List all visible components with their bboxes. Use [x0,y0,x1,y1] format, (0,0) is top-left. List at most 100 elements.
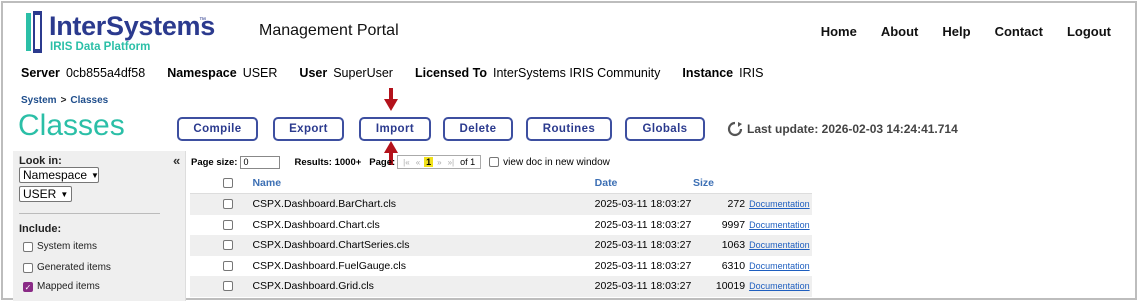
delete-button[interactable]: Delete [443,117,513,141]
row-date: 2025-03-11 18:03:27 [594,218,692,231]
documentation-link[interactable]: Documentation [749,261,810,271]
row-checkbox[interactable] [222,260,233,271]
system-items-checkbox[interactable]: System items [23,241,97,252]
last-update: Last update: 2026-02-03 14:24:41.714 [727,121,958,137]
select-all-checkbox[interactable] [222,177,233,188]
portal-frame: InterSystems ™ IRIS Data Platform Manage… [1,1,1137,301]
page-title: Classes [18,109,125,142]
row-size: 1063 [721,239,746,252]
row-name: CSPX.Dashboard.Chart.cls [252,218,380,231]
page-label: Page: [369,156,396,168]
look-in-select[interactable]: Namespace ▼ [19,167,99,183]
nav-logout-link[interactable]: Logout [1067,24,1111,39]
checkbox-box[interactable] [23,241,33,252]
generated-items-checkbox[interactable]: Generated items [23,262,111,273]
last-page-button[interactable]: »| [448,158,455,167]
collapse-sidebar-icon[interactable]: « [173,153,180,168]
top-nav: Home About Help Contact Logout [797,24,1111,39]
row-name: CSPX.Dashboard.ChartSeries.cls [252,239,410,252]
globals-button[interactable]: Globals [625,117,705,141]
page-of-count: of 1 [460,157,476,167]
prev-page-button[interactable]: « [416,158,420,167]
logo-mark-icon [26,11,42,53]
documentation-link[interactable]: Documentation [749,281,810,291]
action-toolbar: Compile Export Import Delete Routines Gl… [177,117,705,141]
licensed-label: Licensed To [414,66,487,80]
intersystems-logo[interactable]: InterSystems ™ IRIS Data Platform [25,11,215,57]
results-count: Results: 1000+ [294,156,362,168]
pager-bar: Page size: Results: 1000+ Page: |« « 1 »… [191,155,610,169]
row-date: 2025-03-11 18:03:27 [594,280,692,293]
portal-title: Management Portal [259,22,399,39]
table-row[interactable]: CSPX.Dashboard.Grid.cls 2025-03-11 18:03… [190,276,812,297]
licensed-value: InterSystems IRIS Community [492,66,661,80]
documentation-link[interactable]: Documentation [749,240,810,250]
row-size: 272 [727,198,746,211]
logo-text: InterSystems [49,11,215,41]
instance-label: Instance [682,66,734,80]
server-value: 0cb855a4df58 [65,66,146,80]
current-page[interactable]: 1 [424,157,434,167]
last-update-text: Last update: 2026-02-03 14:24:41.714 [747,122,958,136]
namespace-select[interactable]: USER ▼ [19,186,72,202]
checkbox-box[interactable] [489,157,500,167]
row-date: 2025-03-11 18:03:27 [594,239,692,252]
row-size: 9997 [721,218,746,231]
namespace-label: Namespace [167,66,237,80]
row-size: 6310 [721,259,746,272]
page-size-label: Page size: [191,156,238,168]
import-button[interactable]: Import [359,117,431,141]
row-checkbox[interactable] [222,240,233,251]
logo-subtitle: IRIS Data Platform [50,41,151,53]
size-column-header[interactable]: Size [693,177,747,189]
table-row[interactable]: CSPX.Dashboard.Chart.cls 2025-03-11 18:0… [190,215,812,236]
breadcrumb-current-link[interactable]: Classes [70,95,108,106]
page-navigator: |« « 1 » »| of 1 [397,155,482,169]
first-page-button[interactable]: |« [403,158,410,167]
nav-about-link[interactable]: About [881,24,919,39]
table-header: Name Date Size [190,172,812,194]
row-name: CSPX.Dashboard.BarChart.cls [252,198,397,211]
date-column-header[interactable]: Date [595,177,693,189]
row-name: CSPX.Dashboard.Grid.cls [252,280,374,293]
chevron-down-icon: ▼ [91,170,99,180]
row-checkbox[interactable] [222,219,233,230]
nav-home-link[interactable]: Home [821,24,857,39]
documentation-link[interactable]: Documentation [749,199,810,209]
view-doc-new-window-checkbox[interactable]: view doc in new window [489,157,610,168]
page-size-input[interactable] [240,155,281,169]
row-date: 2025-03-11 18:03:27 [594,259,692,272]
instance-value: IRIS [739,66,764,80]
chevron-down-icon: ▼ [60,189,69,199]
compile-button[interactable]: Compile [177,117,258,141]
export-button[interactable]: Export [273,117,344,141]
documentation-link[interactable]: Documentation [749,220,810,230]
breadcrumb-separator: > [60,95,67,106]
include-label: Include: [19,223,62,235]
row-checkbox[interactable] [222,281,233,292]
row-date: 2025-03-11 18:03:27 [594,198,692,211]
row-checkbox[interactable] [222,199,233,210]
user-value: SuperUser [333,66,393,80]
table-row[interactable]: CSPX.Dashboard.BarChart.cls 2025-03-11 1… [190,194,812,215]
namespace-value: USER [242,66,278,80]
user-label: User [299,66,328,80]
mapped-items-checkbox[interactable]: ✓ Mapped items [23,281,100,292]
table-row[interactable]: CSPX.Dashboard.FuelGauge.cls 2025-03-11 … [190,256,812,277]
routines-button[interactable]: Routines [526,117,612,141]
down-arrow-annotation-icon [384,88,398,111]
refresh-icon[interactable] [727,121,743,137]
name-column-header[interactable]: Name [245,177,594,189]
breadcrumb: System > Classes [21,95,108,106]
classes-table: Name Date Size CSPX.Dashboard.BarChart.c… [190,172,812,297]
next-page-button[interactable]: » [437,158,441,167]
nav-contact-link[interactable]: Contact [995,24,1043,39]
row-name: CSPX.Dashboard.FuelGauge.cls [252,259,406,272]
server-label: Server [21,66,60,80]
look-in-label: Look in: [19,155,62,167]
checkbox-box[interactable] [23,262,33,273]
nav-help-link[interactable]: Help [942,24,970,39]
breadcrumb-system-link[interactable]: System [21,95,57,106]
checkbox-checked-icon[interactable]: ✓ [23,281,33,292]
table-row[interactable]: CSPX.Dashboard.ChartSeries.cls 2025-03-1… [190,235,812,256]
